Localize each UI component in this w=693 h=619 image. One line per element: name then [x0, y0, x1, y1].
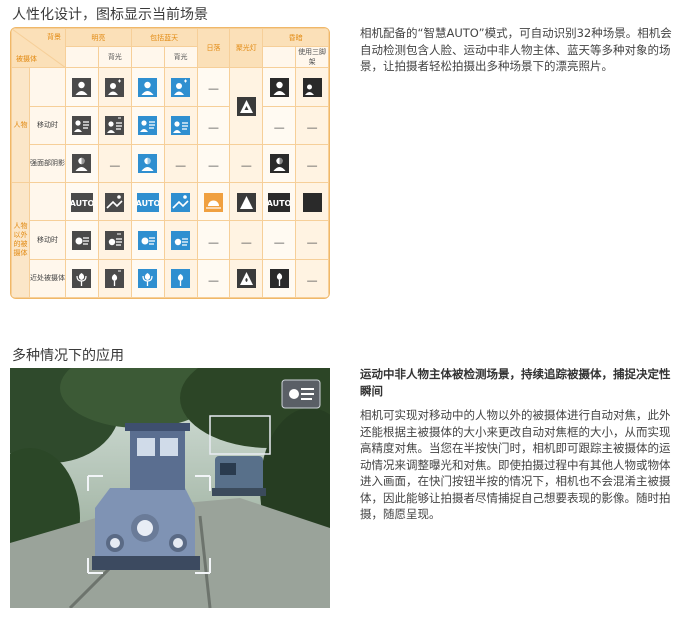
portrait-shadow-dark-icon [269, 154, 289, 174]
row-group-person: 人物 [11, 67, 30, 184]
col-header-spotlight: 聚光灯 [229, 28, 264, 69]
portrait-bluesky-icon [138, 77, 158, 97]
svg-text:AUTO: AUTO [137, 199, 159, 208]
focus-tracking-icon [281, 379, 321, 409]
portrait-bluesky-backlit-icon [171, 77, 191, 97]
empty-cell: — [207, 82, 219, 96]
scene-table: 背景 被摄体 明亮 包括蓝天 日落 聚光灯 昏暗 背光 背光 使用三脚架 人物 … [10, 27, 330, 299]
moving-portrait-backlit-icon [105, 116, 125, 136]
moving-subject-bluesky-backlit-icon [171, 231, 191, 251]
moving-portrait-icon [72, 116, 92, 136]
col-header-sunset: 日落 [196, 28, 231, 69]
portrait-backlit-icon [105, 77, 125, 97]
spotlight-icon [236, 97, 256, 117]
landscape-bluesky-backlit-icon [171, 192, 191, 212]
corner-background-label: 背景 [47, 33, 61, 41]
macro-bluesky-icon [138, 269, 158, 289]
section-title-applications: 多种情况下的应用 [12, 348, 124, 364]
macro-backlit-icon [105, 269, 125, 289]
moving-portrait-bluesky-icon [138, 116, 158, 136]
row-label-person-shadow: 强面部阴影 [29, 143, 66, 184]
svg-text:AUTO: AUTO [268, 199, 290, 208]
row-label-other-close: 近处被摄体 [29, 258, 66, 298]
macro-spotlight-icon [236, 269, 256, 289]
moving-portrait-bluesky-backlit-icon [171, 116, 191, 136]
train-photo [10, 368, 330, 608]
table-corner-header: 背景 被摄体 [11, 28, 66, 69]
scene-icon-table: 背景 被摄体 明亮 包括蓝天 日落 聚光灯 昏暗 背光 背光 使用三脚架 人物 … [11, 28, 329, 298]
auto-bluesky-icon: AUTO [136, 192, 159, 212]
col-subheader-tripod: 使用三脚架 [295, 46, 329, 69]
moving-subject-icon [72, 231, 92, 251]
corner-subject-label: 被摄体 [16, 55, 37, 64]
macro-flower-icon [72, 269, 92, 289]
col-header-dark: 昏暗 [262, 28, 329, 48]
auto-dark-icon: AUTO [268, 192, 291, 212]
night-tripod-icon [302, 192, 322, 212]
tracking-heading: 运动中非人物主体被检测场景，持续追踪被摄体，捕捉决定性瞬间 [360, 367, 671, 398]
moving-subject-backlit-icon [105, 231, 125, 251]
tracking-paragraph: 相机可实现对移动中的人物以外的被摄体进行自动对焦，此外还能根据主被摄体的大小来更… [360, 408, 671, 521]
auto-icon: AUTO [70, 192, 93, 212]
portrait-night-tripod-icon [302, 77, 322, 97]
col-subheader-backlit-2: 背光 [163, 46, 198, 69]
portrait-icon [72, 77, 92, 97]
landscape-backlit-icon [105, 192, 125, 212]
portrait-shadow-icon [72, 154, 92, 174]
intro-paragraph: 相机配备的“智慧AUTO”模式，可自动识别32种场景。相机会自动检测包含人脸、运… [360, 26, 672, 73]
row-group-other: 人物以外的被摄体 [11, 182, 30, 298]
sunset-icon [203, 192, 223, 212]
col-header-bright: 明亮 [65, 28, 132, 48]
macro-bluesky-backlit-icon [171, 269, 191, 289]
col-subheader-backlit: 背光 [97, 46, 132, 69]
moving-subject-bluesky-icon [138, 231, 158, 251]
row-label-person-moving: 移动时 [29, 105, 66, 145]
spotlight-object-icon [236, 192, 256, 212]
portrait-dark-icon [269, 77, 289, 97]
svg-text:AUTO: AUTO [71, 199, 93, 208]
portrait-shadow-bluesky-icon [138, 154, 158, 174]
macro-dark-icon [269, 269, 289, 289]
col-header-bluesky: 包括蓝天 [130, 28, 198, 48]
row-label-other-moving: 移动时 [29, 220, 66, 260]
section-title-design: 人性化设计，图标显示当前场景 [12, 7, 208, 23]
